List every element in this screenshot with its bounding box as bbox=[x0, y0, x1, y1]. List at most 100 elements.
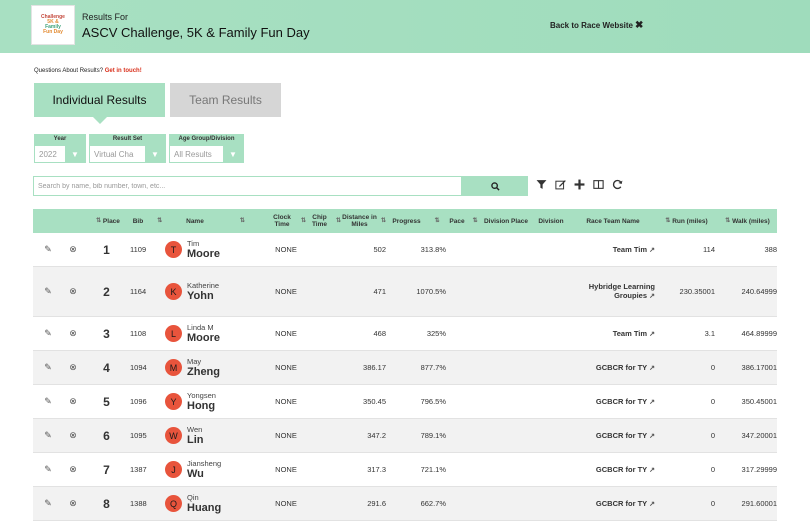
avatar: W bbox=[165, 427, 182, 444]
name-cell[interactable]: W Wen Lin bbox=[165, 419, 266, 452]
search-input[interactable] bbox=[33, 176, 462, 196]
result-set-select[interactable]: Virtual Cha ▼ bbox=[89, 145, 166, 163]
table-row[interactable]: ✎ ⊗ 4 1094 M May Zheng NONE 386.17 877.7% GCBCR fo… bbox=[33, 351, 777, 385]
table-row[interactable]: ✎ ⊗ 2 1164 K Katherine Yohn NONE 471 1070.5% Hybri… bbox=[33, 267, 777, 317]
edit-icon[interactable]: ✎ bbox=[33, 351, 63, 384]
columns-icon[interactable] bbox=[593, 179, 604, 190]
tab-team-results[interactable]: Team Results bbox=[170, 83, 281, 117]
chip-time-cell bbox=[306, 317, 341, 350]
col-progress[interactable]: Progress ⇅ bbox=[386, 209, 446, 233]
pace-cell bbox=[446, 317, 481, 350]
col-division-place-label: Division Place bbox=[483, 217, 529, 225]
table-row[interactable]: ✎ ⊗ 3 1108 L Linda M Moore NONE 468 325% Team Tim … bbox=[33, 317, 777, 351]
distance-cell: 291.6 bbox=[367, 499, 386, 508]
remove-icon[interactable]: ⊗ bbox=[63, 487, 83, 520]
edit-icon[interactable]: ✎ bbox=[33, 487, 63, 520]
get-in-touch-link[interactable]: Get in touch! bbox=[105, 68, 142, 74]
run-cell: 114 bbox=[703, 245, 715, 254]
search-button[interactable] bbox=[462, 176, 528, 196]
division-place-cell bbox=[481, 317, 531, 350]
col-run[interactable]: ⇅ Run (miles) bbox=[655, 209, 715, 233]
first-name: Katherine bbox=[187, 281, 220, 290]
race-team-cell[interactable]: Team Tim ↗ bbox=[571, 233, 655, 266]
team-name: Hybridge Learning Groupies bbox=[588, 282, 655, 300]
logo-line4: Fun Day bbox=[43, 29, 63, 35]
bib-cell: 1109 bbox=[130, 245, 147, 254]
place-cell: 2 bbox=[103, 284, 110, 299]
back-label: Back to Race Website bbox=[550, 21, 633, 30]
col-name[interactable]: Name ⇅ bbox=[165, 209, 266, 233]
race-team-cell[interactable]: Hybridge Learning Groupies ↗ bbox=[571, 267, 655, 316]
remove-icon[interactable]: ⊗ bbox=[63, 351, 83, 384]
col-bib[interactable]: Bib ⇅ bbox=[130, 209, 165, 233]
col-clock[interactable]: Clock Time ⇅ bbox=[266, 209, 306, 233]
filter-icon[interactable] bbox=[536, 179, 547, 190]
edit-icon[interactable]: ✎ bbox=[33, 267, 63, 316]
remove-icon[interactable]: ⊗ bbox=[63, 385, 83, 418]
progress-cell: 662.7% bbox=[420, 499, 446, 508]
race-team-cell[interactable]: GCBCR for TY ↗ bbox=[571, 351, 655, 384]
race-team-cell[interactable]: GCBCR for TY ↗ bbox=[571, 385, 655, 418]
tab-individual-results[interactable]: Individual Results bbox=[34, 83, 165, 124]
table-row[interactable]: ✎ ⊗ 7 1387 J Jiansheng Wu NONE 317.3 721.1% GCBCR … bbox=[33, 453, 777, 487]
place-cell: 3 bbox=[103, 326, 110, 341]
remove-icon[interactable]: ⊗ bbox=[63, 233, 83, 266]
race-team-cell[interactable]: GCBCR for TY ↗ bbox=[571, 453, 655, 486]
sort-icon: ⇅ bbox=[157, 217, 163, 224]
race-logo[interactable]: Challenge 5K & Family Fun Day bbox=[31, 5, 75, 45]
walk-cell: 317.29999 bbox=[741, 465, 777, 474]
name-cell[interactable]: J Jiansheng Wu bbox=[165, 453, 266, 486]
col-race-team[interactable]: Race Team Name bbox=[571, 209, 655, 233]
name-cell[interactable]: Y Yongsen Hong bbox=[165, 385, 266, 418]
pace-cell bbox=[446, 267, 481, 316]
remove-icon[interactable]: ⊗ bbox=[63, 267, 83, 316]
edit-icon[interactable]: ✎ bbox=[33, 317, 63, 350]
chevron-down-icon[interactable]: ▼ bbox=[145, 146, 165, 162]
place-cell: 8 bbox=[103, 496, 110, 511]
col-distance[interactable]: Distance in Miles ⇅ bbox=[341, 209, 386, 233]
table-row[interactable]: ✎ ⊗ 8 1388 Q Qin Huang NONE 291.6 662.7% GCBCR for… bbox=[33, 487, 777, 521]
back-to-race-link[interactable]: Back to Race Website ✖ bbox=[550, 20, 643, 31]
col-place[interactable]: ⇅ Place bbox=[83, 209, 130, 233]
refresh-icon[interactable] bbox=[612, 179, 623, 190]
race-team-cell[interactable]: Team Tim ↗ bbox=[571, 317, 655, 350]
col-progress-label: Progress bbox=[392, 217, 421, 225]
sort-icon: ⇅ bbox=[239, 217, 245, 224]
table-row[interactable]: ✎ ⊗ 1 1109 T Tim Moore NONE 502 313.8% Team Tim ↗ 1… bbox=[33, 233, 777, 267]
table-row[interactable]: ✎ ⊗ 5 1096 Y Yongsen Hong NONE 350.45 796.5% GCBCR… bbox=[33, 385, 777, 419]
col-walk[interactable]: ⇅ Walk (miles) bbox=[715, 209, 777, 233]
edit-icon[interactable]: ✎ bbox=[33, 385, 63, 418]
add-icon[interactable] bbox=[574, 179, 585, 190]
year-select[interactable]: 2022 ▼ bbox=[34, 145, 86, 163]
edit-icon[interactable]: ✎ bbox=[33, 233, 63, 266]
chevron-down-icon[interactable]: ▼ bbox=[65, 146, 85, 162]
remove-icon[interactable]: ⊗ bbox=[63, 317, 83, 350]
sort-icon: ⇅ bbox=[725, 217, 731, 224]
name-cell[interactable]: M May Zheng bbox=[165, 351, 266, 384]
col-chip[interactable]: Chip Time ⇅ bbox=[306, 209, 341, 233]
name-cell[interactable]: K Katherine Yohn bbox=[165, 267, 266, 316]
name-cell[interactable]: T Tim Moore bbox=[165, 233, 266, 266]
table-row[interactable]: ✎ ⊗ 6 1095 W Wen Lin NONE 347.2 789.1% GCBCR for T… bbox=[33, 419, 777, 453]
edit-icon[interactable]: ✎ bbox=[33, 419, 63, 452]
col-clock-label: Clock Time bbox=[273, 214, 291, 228]
last-name: Yohn bbox=[187, 290, 214, 302]
col-division[interactable]: Division bbox=[531, 209, 571, 233]
remove-icon[interactable]: ⊗ bbox=[63, 453, 83, 486]
avatar: M bbox=[165, 359, 182, 376]
name-cell[interactable]: L Linda M Moore bbox=[165, 317, 266, 350]
edit-icon[interactable] bbox=[555, 179, 566, 190]
col-division-place[interactable]: Division Place bbox=[481, 209, 531, 233]
race-team-cell[interactable]: GCBCR for TY ↗ bbox=[571, 487, 655, 520]
name-cell[interactable]: Q Qin Huang bbox=[165, 487, 266, 520]
remove-icon[interactable]: ⊗ bbox=[63, 419, 83, 452]
age-group-select[interactable]: All Results ▼ bbox=[169, 145, 244, 163]
chevron-down-icon[interactable]: ▼ bbox=[223, 146, 243, 162]
race-team-cell[interactable]: GCBCR for TY ↗ bbox=[571, 419, 655, 452]
col-race-team-label: Race Team Name bbox=[586, 217, 640, 225]
run-cell: 3.1 bbox=[704, 329, 715, 338]
chip-time-cell bbox=[306, 385, 341, 418]
col-pace[interactable]: Pace ⇅ bbox=[446, 209, 481, 233]
edit-icon[interactable]: ✎ bbox=[33, 453, 63, 486]
clock-time-cell: NONE bbox=[275, 431, 297, 440]
